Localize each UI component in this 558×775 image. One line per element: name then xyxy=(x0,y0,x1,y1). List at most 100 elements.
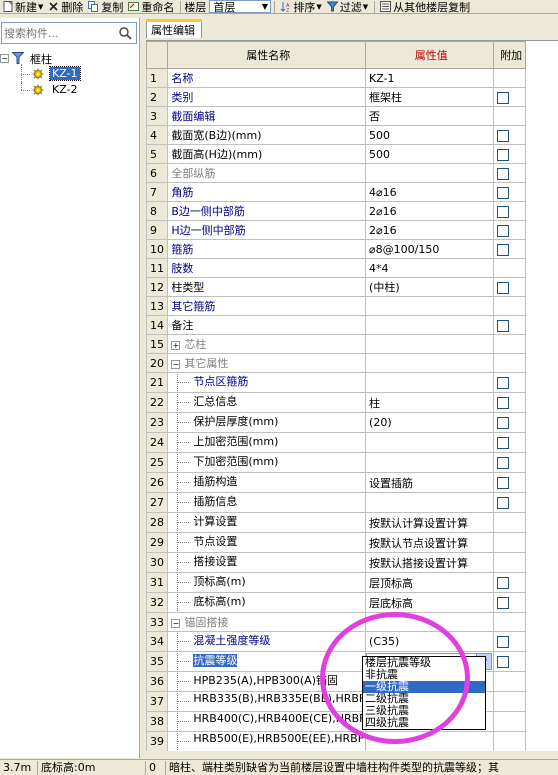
property-name-cell[interactable]: 其它箍筋 xyxy=(167,296,367,316)
property-value-cell[interactable] xyxy=(365,372,495,393)
property-value-cell[interactable]: 柱 xyxy=(365,392,495,413)
table-row[interactable]: 21 节点区箍筋 xyxy=(146,372,526,393)
property-value-cell[interactable]: 4*4 xyxy=(365,258,495,278)
property-value-cell[interactable]: 框架柱 xyxy=(365,87,495,107)
attach-checkbox[interactable] xyxy=(497,91,510,104)
property-value-cell[interactable]: 500 xyxy=(365,144,495,164)
property-name-cell[interactable]: 截面宽(B边)(mm) xyxy=(167,125,367,145)
table-row[interactable]: 13 其它箍筋 xyxy=(146,296,526,316)
property-value-cell[interactable] xyxy=(365,612,495,632)
table-row[interactable]: 33− 锚固搭接 xyxy=(146,612,526,632)
property-name-cell[interactable]: 底标高(m) xyxy=(167,592,367,613)
property-name-cell[interactable]: 混凝土强度等级 xyxy=(167,631,367,652)
property-value-cell[interactable]: (中柱) xyxy=(365,277,495,297)
attach-checkbox[interactable] xyxy=(497,457,510,469)
attach-checkbox[interactable] xyxy=(497,148,510,161)
property-value-cell[interactable]: 按默认节点设置计算 xyxy=(365,532,495,553)
property-name-cell[interactable]: 抗震等级 xyxy=(167,651,367,672)
table-row[interactable]: 22 汇总信息 柱 xyxy=(146,392,526,413)
property-value-cell[interactable] xyxy=(365,334,495,354)
attach-checkbox[interactable] xyxy=(497,417,510,429)
property-name-cell[interactable]: HRB400(C),HRB400E(CE),HRBF xyxy=(167,711,367,732)
table-row[interactable]: 29 节点设置 按默认节点设置计算 xyxy=(146,532,526,553)
property-value-cell[interactable]: 2⌀16 xyxy=(365,201,495,221)
property-value-cell[interactable]: 4⌀16 xyxy=(365,182,495,202)
expand-toggle-icon[interactable]: + xyxy=(171,340,181,350)
new-button[interactable]: 新建 ▼ xyxy=(0,0,45,13)
property-value-cell[interactable]: (C35) xyxy=(365,631,495,652)
property-name-cell[interactable]: 肢数 xyxy=(167,258,367,278)
attach-checkbox[interactable] xyxy=(497,636,510,648)
attach-checkbox[interactable] xyxy=(497,129,510,142)
property-value-cell[interactable]: (20) xyxy=(365,412,495,433)
attach-checkbox[interactable] xyxy=(497,167,510,180)
property-name-cell[interactable]: 名称 xyxy=(167,68,367,88)
table-row[interactable]: 25 下加密范围(mm) xyxy=(146,452,526,473)
table-row[interactable]: 14 备注 xyxy=(146,315,526,335)
search-icon[interactable] xyxy=(118,26,132,40)
attach-checkbox[interactable] xyxy=(497,437,510,449)
table-row[interactable]: 4 截面宽(B边)(mm) 500 xyxy=(146,125,526,145)
property-value-cell[interactable]: 层顶标高 xyxy=(365,572,495,593)
property-name-cell[interactable]: HRB500(E),HRB500E(EE),HRBF xyxy=(167,731,367,751)
tab-property-edit[interactable]: 属性编辑 xyxy=(146,19,202,38)
collapse-toggle-icon[interactable]: − xyxy=(171,359,181,369)
table-row[interactable]: 9 H边一侧中部筋 2⌀16 xyxy=(146,220,526,240)
attach-checkbox[interactable] xyxy=(497,577,510,589)
attach-checkbox[interactable] xyxy=(497,497,510,509)
filter-button[interactable]: 过滤 ▼ xyxy=(325,0,370,13)
table-row[interactable]: 26 插筋构造 设置插筋 xyxy=(146,472,526,493)
property-name-cell[interactable]: 顶标高(m) xyxy=(167,572,367,593)
attach-checkbox[interactable] xyxy=(497,205,510,218)
property-name-cell[interactable]: 箍筋 xyxy=(167,239,367,259)
property-value-cell[interactable] xyxy=(365,492,495,513)
property-name-cell[interactable]: − 其它属性 xyxy=(167,353,367,373)
property-name-cell[interactable]: 类别 xyxy=(167,87,367,107)
property-name-cell[interactable]: 截面高(H边)(mm) xyxy=(167,144,367,164)
table-row[interactable]: 39 HRB500(E),HRB500E(EE),HRBF xyxy=(146,731,526,751)
attach-checkbox[interactable] xyxy=(497,656,510,668)
floor-select[interactable]: 首层 ▼ xyxy=(209,0,272,13)
property-name-cell[interactable]: 下加密范围(mm) xyxy=(167,452,367,473)
property-name-header[interactable]: 属性名称 xyxy=(167,41,367,69)
property-value-header[interactable]: 属性值 xyxy=(365,41,495,69)
property-name-cell[interactable]: 计算设置 xyxy=(167,512,367,533)
property-name-cell[interactable]: − 锚固搭接 xyxy=(167,612,367,632)
attach-checkbox[interactable] xyxy=(497,477,510,489)
property-name-cell[interactable]: 上加密范围(mm) xyxy=(167,432,367,453)
property-name-cell[interactable]: 全部纵筋 xyxy=(167,163,367,183)
table-row[interactable]: 3 截面编辑 否 xyxy=(146,106,526,126)
table-row[interactable]: 12 柱类型 (中柱) xyxy=(146,277,526,297)
property-name-cell[interactable]: H边一侧中部筋 xyxy=(167,220,367,240)
rename-button[interactable]: 重命名 xyxy=(126,0,176,13)
property-name-cell[interactable]: + 芯柱 xyxy=(167,334,367,354)
property-value-cell[interactable] xyxy=(365,315,495,335)
copy-button[interactable]: 复制 xyxy=(86,0,125,13)
table-row[interactable]: 6 全部纵筋 xyxy=(146,163,526,183)
property-name-cell[interactable]: 保护层厚度(mm) xyxy=(167,412,367,433)
table-row[interactable]: 10 箍筋 ⌀8@100/150 xyxy=(146,239,526,259)
property-name-cell[interactable]: 插筋构造 xyxy=(167,472,367,493)
table-row[interactable]: 32 底标高(m) 层底标高 xyxy=(146,592,526,613)
property-name-cell[interactable]: 角筋 xyxy=(167,182,367,202)
property-name-cell[interactable]: 柱类型 xyxy=(167,277,367,297)
property-value-cell[interactable]: 否 xyxy=(365,106,495,126)
property-value-cell[interactable] xyxy=(365,731,495,751)
tree-item[interactable]: KZ-2 xyxy=(0,82,140,98)
sort-button[interactable]: AZ 排序 ▼ xyxy=(278,0,323,13)
property-value-cell[interactable] xyxy=(365,163,495,183)
property-value-cell[interactable]: 按默认计算设置计算 xyxy=(365,512,495,533)
collapse-toggle-icon[interactable]: − xyxy=(171,618,181,628)
property-value-cell[interactable] xyxy=(365,452,495,473)
property-name-cell[interactable]: 备注 xyxy=(167,315,367,335)
table-row[interactable]: 2 类别 框架柱 xyxy=(146,87,526,107)
table-row[interactable]: 11 肢数 4*4 xyxy=(146,258,526,278)
table-row[interactable]: 34 混凝土强度等级 (C35) xyxy=(146,631,526,652)
attach-header[interactable]: 附加 xyxy=(493,41,526,69)
table-row[interactable]: 15 + 芯柱 xyxy=(146,334,526,354)
attach-checkbox[interactable] xyxy=(497,397,510,409)
delete-button[interactable]: 删除 xyxy=(46,0,85,13)
property-name-cell[interactable]: 汇总信息 xyxy=(167,392,367,413)
property-value-cell[interactable]: 500 xyxy=(365,125,495,145)
property-value-cell[interactable]: KZ-1 xyxy=(365,68,495,88)
